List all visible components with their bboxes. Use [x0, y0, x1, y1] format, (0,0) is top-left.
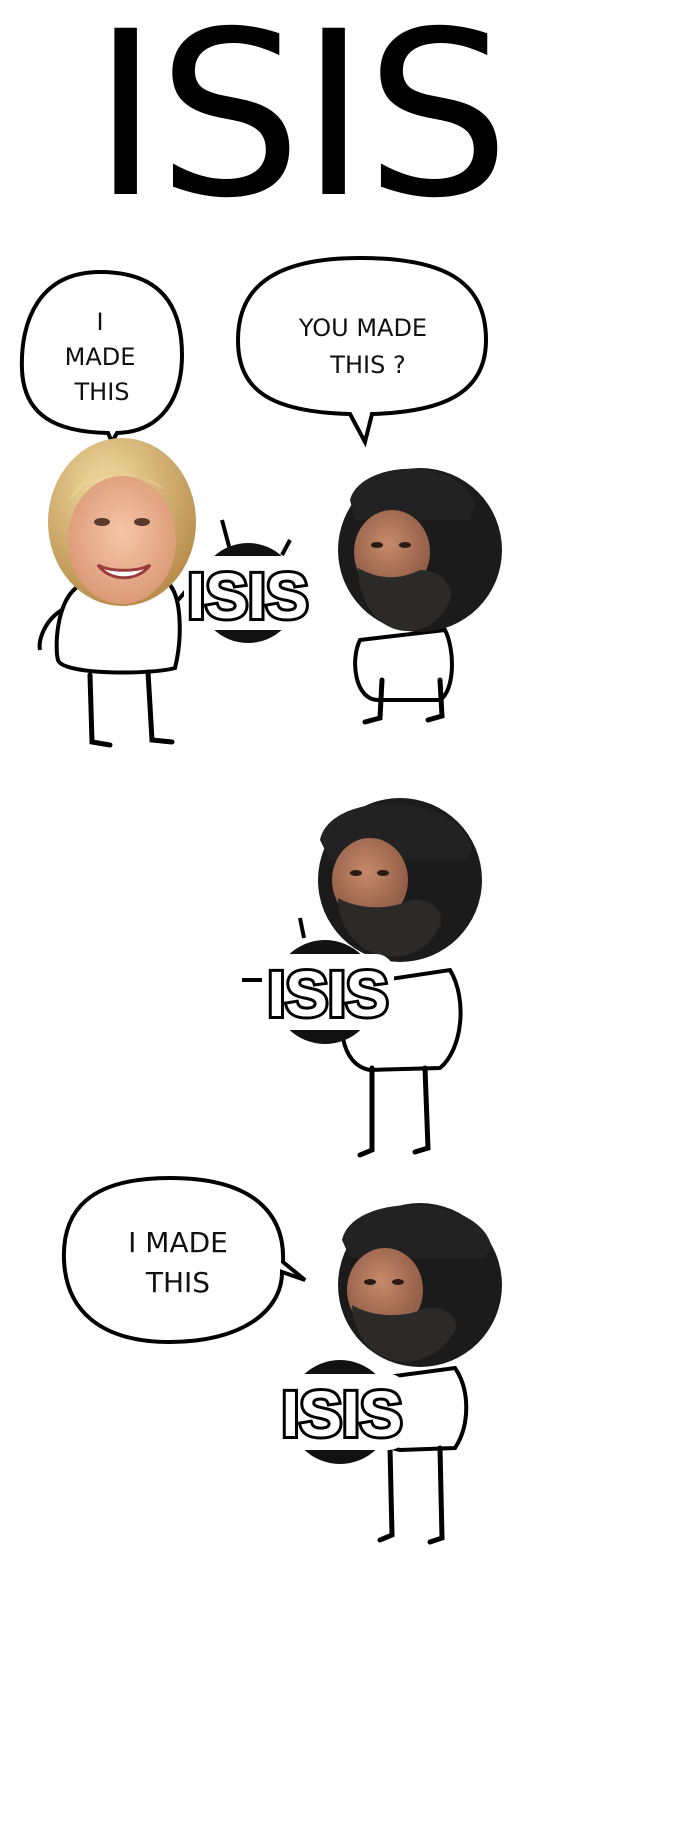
comic-strip: I MADE THIS YOU MADE THIS ? ISIS ISIS I …: [19, 255, 502, 1545]
bubble-line: THIS: [73, 378, 129, 406]
speech-bubble-right: YOU MADE THIS ?: [235, 255, 489, 448]
bubble-line: MADE: [65, 343, 136, 371]
figure-right: [338, 468, 502, 725]
isis-badge-label: ISIS: [188, 560, 309, 632]
bubble-line: I: [96, 308, 103, 336]
bubble-line: THIS ?: [329, 351, 405, 379]
isis-badge: ISIS: [184, 519, 312, 643]
isis-badge: ISIS: [275, 1360, 407, 1464]
bubble-line: I MADE: [128, 1226, 228, 1259]
isis-badge-label: ISIS: [268, 958, 389, 1030]
bubble-line: YOU MADE: [298, 314, 427, 342]
speech-bubble-left: I MADE THIS: [19, 269, 185, 447]
isis-badge-label: ISIS: [282, 1378, 403, 1450]
panel-3: I MADE THIS ISIS: [61, 1175, 502, 1545]
panel-2: ISIS: [242, 798, 482, 1158]
face-icon: [68, 476, 176, 604]
bubble-line: THIS: [145, 1266, 210, 1299]
figure-left: [37, 438, 203, 748]
panel-1: I MADE THIS YOU MADE THIS ? ISIS: [19, 255, 502, 748]
speech-bubble: I MADE THIS: [61, 1175, 307, 1345]
